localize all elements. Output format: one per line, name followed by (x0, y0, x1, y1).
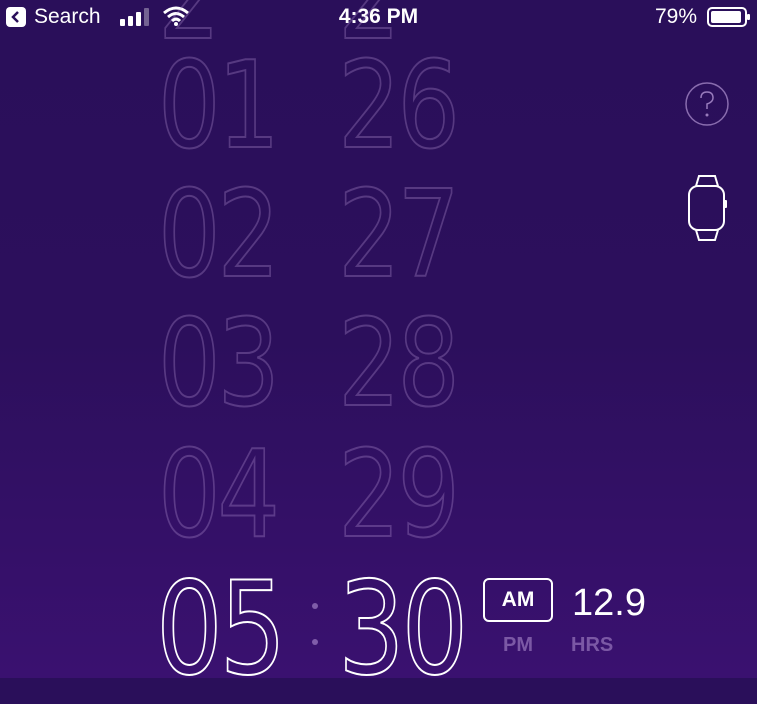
hour-option[interactable]: 04 (157, 435, 281, 557)
am-toggle[interactable]: AM (483, 578, 553, 622)
battery-icon (707, 7, 750, 27)
battery-percent: 79% (655, 5, 698, 28)
pm-toggle[interactable]: PM (483, 634, 553, 657)
apple-watch-icon[interactable] (684, 172, 730, 244)
time-picker[interactable]: 2 2 01 26 02 27 03 28 04 29 (150, 0, 490, 560)
time-separator-dot (312, 603, 318, 609)
question-mark-icon[interactable] (684, 81, 730, 127)
selected-hour[interactable]: 05 (155, 565, 287, 695)
minute-option[interactable]: 29 (337, 435, 461, 557)
hour-option[interactable]: 03 (157, 304, 281, 426)
minute-option[interactable]: 28 (337, 304, 461, 426)
hour-option[interactable]: 02 (157, 175, 281, 297)
time-separator-dot (312, 639, 318, 645)
duration-value: 12.9 (572, 582, 646, 624)
minute-option[interactable]: 27 (337, 175, 461, 297)
duration-unit: HRS (571, 634, 614, 656)
hour-option[interactable]: 01 (157, 46, 281, 168)
minute-option[interactable]: 26 (337, 46, 461, 168)
selected-minute[interactable]: 30 (337, 565, 469, 695)
